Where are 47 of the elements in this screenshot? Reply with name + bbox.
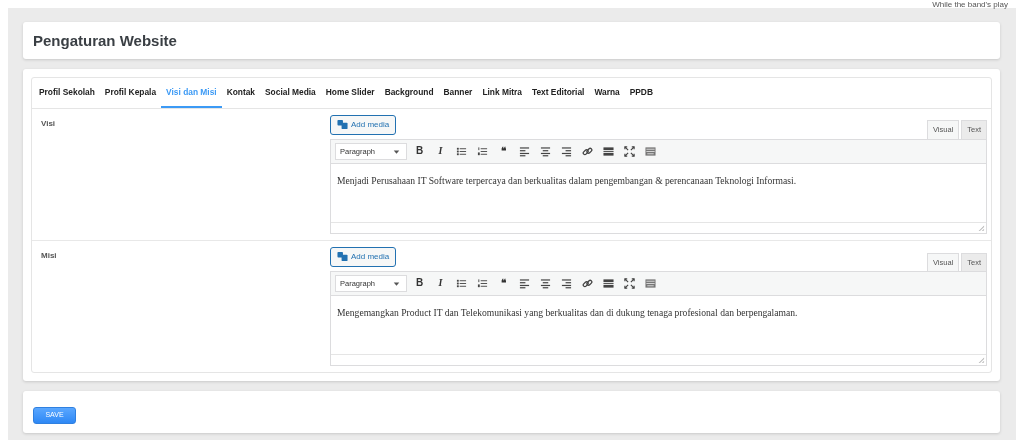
tab[interactable]: Warna: [589, 78, 625, 108]
italic-button[interactable]: I: [432, 143, 449, 160]
bullet-list-icon: [456, 145, 467, 157]
editor-text: Menjadi Perusahaan IT Software terpercaya dan berkualitas dalam pengembangan & perencanaan Teknologi Informasi.: [337, 173, 798, 188]
tab[interactable]: Background: [379, 78, 439, 108]
fullscreen-button[interactable]: [621, 143, 638, 160]
keyboard-icon: [645, 145, 656, 157]
corner-text: While the band's play: [932, 0, 1008, 11]
tab[interactable]: Text Editorial: [526, 78, 590, 108]
align-center-icon: [540, 145, 551, 157]
editor-text: Mengemangkan Product IT dan Telekomunikasi yang berkualitas dan di dukung tenaga profesional dan berpengalaman.: [337, 306, 799, 321]
link-icon: [582, 278, 593, 289]
align-center-icon: [540, 278, 551, 289]
bullet-list-icon: [456, 278, 467, 289]
tab[interactable]: Profil Sekolah: [34, 78, 100, 108]
tab[interactable]: Social Media: [260, 78, 321, 108]
fullscreen-icon: [624, 145, 635, 157]
fullscreen-button[interactable]: [621, 275, 638, 292]
tab[interactable]: Kontak: [221, 78, 261, 108]
tab[interactable]: Home Slider: [320, 78, 380, 108]
blockquote-button[interactable]: ❝: [495, 275, 512, 292]
blockquote-button[interactable]: ❝: [495, 143, 512, 160]
field-label: Misi: [41, 249, 58, 262]
keyboard-icon: [645, 278, 656, 289]
add-media-button[interactable]: Add media: [330, 246, 397, 267]
numbered-list-icon: [477, 278, 488, 289]
align-left-icon: [519, 278, 530, 289]
align-right-icon: [561, 145, 572, 157]
field-label: Visi: [41, 117, 57, 130]
fullscreen-icon: [624, 278, 635, 289]
tab[interactable]: PPDB: [624, 78, 658, 108]
bold-button[interactable]: B: [411, 143, 428, 160]
read-more-icon: [603, 145, 614, 157]
bold-button[interactable]: B: [411, 275, 428, 292]
add-media-button[interactable]: Add media: [330, 114, 397, 135]
media-icon: [337, 251, 348, 263]
read-more-icon: [603, 278, 614, 289]
media-icon: [337, 119, 348, 131]
page-title: Pengaturan Website: [32, 31, 178, 51]
tab[interactable]: Profil Kepala: [99, 78, 162, 108]
align-left-icon: [519, 145, 530, 157]
tab[interactable]: Banner: [438, 78, 478, 108]
numbered-list-icon: [477, 145, 488, 157]
tab[interactable]: Link Mitra: [477, 78, 527, 108]
italic-button[interactable]: I: [432, 275, 449, 292]
align-right-icon: [561, 278, 572, 289]
link-icon: [582, 145, 593, 157]
